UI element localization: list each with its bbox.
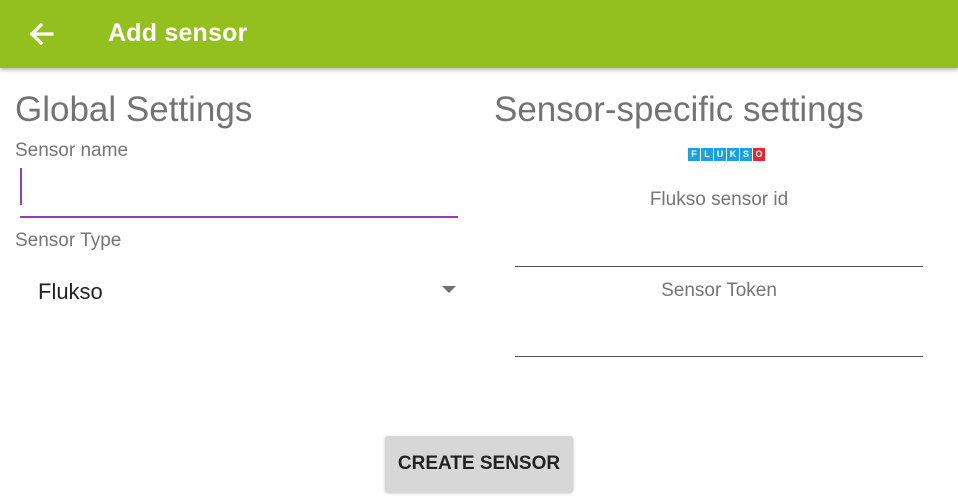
logo-letter: K [727,148,739,161]
flukso-logo: F L U K S O [688,148,766,161]
main-content: Global Settings Sensor name Sensor Type … [0,68,958,498]
global-settings-heading: Global Settings [15,90,253,129]
triangle-down-icon [442,286,456,293]
arrow-left-icon [29,22,54,46]
flukso-sensor-id-label: Flukso sensor id [649,189,789,210]
logo-letter: F [688,148,700,161]
logo-letter: L [701,148,713,161]
back-button[interactable] [22,14,62,54]
page-title: Add sensor [108,19,248,47]
create-sensor-button[interactable]: CREATE SENSOR [385,436,573,492]
logo-letter: S [740,148,752,161]
sensor-token-input[interactable] [515,317,923,357]
sensor-token-label: Sensor Token [661,280,777,301]
sensor-name-input[interactable] [20,166,458,218]
logo-letter: U [714,148,726,161]
flukso-sensor-id-input[interactable] [515,227,923,267]
sensor-specific-heading: Sensor-specific settings [494,90,864,129]
sensor-type-dropdown[interactable]: Flukso [20,266,462,314]
logo-letter: O [753,148,765,161]
sensor-name-label: Sensor name [15,140,129,161]
sensor-type-selected: Flukso [38,279,103,304]
sensor-type-label: Sensor Type [15,230,122,251]
app-bar: Add sensor [0,0,958,68]
text-cursor [20,168,22,205]
